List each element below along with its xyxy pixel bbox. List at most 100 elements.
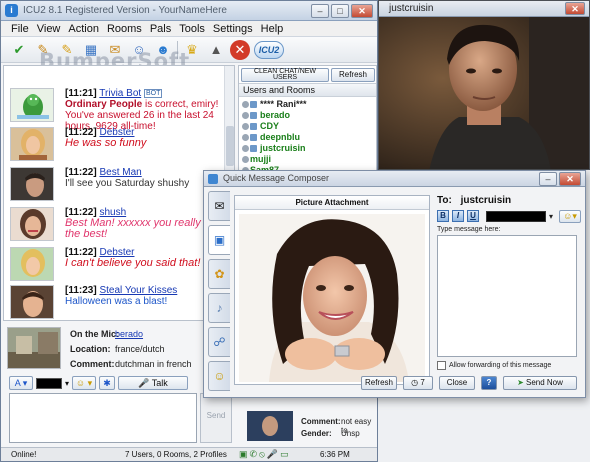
talk-button[interactable]: 🎤 Talk [118, 376, 189, 390]
avatar [10, 88, 54, 122]
send-button[interactable]: Send [200, 393, 232, 443]
effects-icon[interactable]: ✱ [99, 376, 116, 390]
smiley-button[interactable]: ☺ ▾ [72, 376, 97, 390]
qmc-close-button[interactable]: ✕ [559, 172, 581, 186]
tab-card[interactable]: ✿ [208, 259, 230, 289]
avatar [10, 285, 54, 319]
menu-tools[interactable]: Tools [179, 23, 205, 35]
forward-option[interactable]: Allow forwarding of this message [437, 361, 551, 370]
font-button[interactable]: A ▾ [9, 376, 33, 390]
pencil-icon[interactable]: ✎ [33, 40, 53, 60]
hat-icon[interactable]: ▲ [206, 40, 226, 60]
chat-input[interactable] [9, 393, 197, 443]
qmc-refresh-button[interactable]: Refresh [361, 376, 397, 390]
qmc-timer-button[interactable]: ◷ 7 [403, 376, 433, 390]
chat-pane[interactable]: [11:21] Trivia Bot BOT Ordinary People i… [3, 65, 235, 321]
location-label: Location: [70, 344, 111, 354]
tab-picture[interactable]: ▣ [208, 225, 230, 255]
peek-profile: Comment: not easy to Gender: Unsp [237, 411, 377, 449]
message-text: I can't believe you said that! [65, 257, 201, 269]
menu-help[interactable]: Help [261, 23, 284, 35]
peek-gender-label: Gender: [301, 429, 332, 438]
webcam-titlebar[interactable]: justcruisin ✕ [379, 1, 589, 17]
menu-settings[interactable]: Settings [213, 23, 253, 35]
block-icon[interactable]: ✕ [230, 39, 250, 60]
answer-text: is correct, emiry! [142, 99, 219, 110]
qmc-titlebar[interactable]: Quick Message Composer – ✕ [204, 171, 585, 187]
underline-button[interactable]: U [467, 210, 479, 222]
menu-view[interactable]: View [37, 23, 61, 35]
qmc-title: Quick Message Composer [223, 173, 330, 183]
user-item[interactable]: justcruisin [242, 143, 306, 154]
brand-badge[interactable]: ICU2 [254, 40, 284, 59]
italic-button[interactable]: I [452, 210, 464, 222]
to-recipient: justcruisin [460, 195, 512, 206]
forward-checkbox[interactable] [437, 361, 446, 370]
answer-bold: Ordinary People [65, 99, 143, 110]
font-button-label: A [14, 378, 21, 388]
webcam-title: justcruisin [389, 3, 434, 14]
chat-message: [11:22] Debster He was so funny [10, 127, 230, 163]
bot-badge: BOT [143, 88, 163, 98]
close-button[interactable]: ✕ [351, 4, 373, 18]
send-now-button[interactable]: ➤ Send Now [503, 376, 577, 390]
qmc-smiley-button[interactable]: ☺▾ [559, 209, 582, 223]
message-textarea[interactable] [437, 235, 577, 357]
webcam-window: justcruisin ✕ [378, 0, 590, 170]
scroll-thumb[interactable] [226, 126, 234, 166]
qmc-color-select[interactable] [486, 210, 546, 222]
user-item[interactable]: mujji [242, 154, 271, 165]
add-user-icon[interactable]: ☻ [153, 40, 173, 60]
peek-gender-value: Unsp [341, 429, 360, 438]
message-nick[interactable]: Steal Your Kisses [99, 285, 177, 296]
user-status-icon [242, 156, 249, 164]
note-icon[interactable]: ✉ [105, 40, 125, 60]
clean-chat-button[interactable]: CLEAN CHAT/NEW USERS [241, 68, 329, 82]
maximize-button[interactable]: □ [331, 4, 349, 18]
tab-emote[interactable]: ☺ [208, 361, 230, 391]
message-nick[interactable]: Trivia Bot [99, 88, 141, 99]
connect-icon[interactable]: ✔ [9, 40, 29, 60]
menu-pals[interactable]: Pals [150, 23, 171, 35]
tab-sound[interactable]: ♪ [208, 293, 230, 323]
text-color-swatch[interactable] [36, 377, 62, 389]
qmc-side-tabs: ✉ ▣ ✿ ♪ ☍ ☺ [208, 191, 230, 395]
user-name: CDY [260, 121, 280, 131]
menu-rooms[interactable]: Rooms [107, 23, 142, 35]
qmc-minimize-button[interactable]: – [539, 172, 557, 186]
bold-button[interactable]: B [437, 210, 449, 222]
minimize-button[interactable]: – [311, 4, 329, 18]
status-counts: 7 Users, 0 Rooms, 2 Profiles [125, 450, 227, 459]
user-item[interactable]: CDY [242, 121, 279, 132]
attachment-photo[interactable] [239, 214, 425, 382]
message-nick[interactable]: Best Man [99, 167, 141, 178]
help-button[interactable]: ? [481, 376, 497, 390]
webcam-close-button[interactable]: ✕ [565, 2, 585, 15]
tab-message[interactable]: ✉ [208, 191, 230, 221]
refresh-users-button[interactable]: Refresh [331, 68, 375, 82]
user-name: mujji [250, 154, 272, 164]
forward-label: Allow forwarding of this message [449, 362, 552, 369]
peek-comment-label: Comment: [301, 417, 341, 426]
status-icons: ▣✆⦸🎤▭ [239, 449, 291, 459]
color-dropdown-arrow[interactable]: ▾ [65, 379, 69, 388]
rooms-icon[interactable]: ▦ [81, 40, 101, 60]
message-time: [11:22] [65, 167, 97, 178]
tab-link[interactable]: ☍ [208, 327, 230, 357]
users-icon[interactable]: ☺ [129, 40, 149, 60]
user-item[interactable]: deepnblu [242, 132, 300, 143]
on-mic-user[interactable]: berado [115, 329, 143, 339]
users-rooms-header[interactable]: Users and Rooms [239, 83, 376, 97]
pencil-alt-icon[interactable]: ✎ [57, 40, 77, 60]
qmc-close-dialog-button[interactable]: Close [439, 376, 475, 390]
user-item[interactable]: berado [242, 110, 290, 121]
user-status-icon [242, 134, 249, 142]
menu-file[interactable]: File [11, 23, 29, 35]
menu-action[interactable]: Action [68, 23, 99, 35]
main-titlebar[interactable]: i ICU2 8.1 Registered Version - YourName… [1, 1, 377, 21]
qmc-color-dropdown-icon[interactable]: ▾ [549, 212, 553, 221]
avatar [10, 167, 54, 201]
chat-message: [11:21] Trivia Bot BOT Ordinary People i… [10, 88, 230, 132]
crown-icon[interactable]: ♛ [182, 40, 202, 60]
user-item[interactable]: **** Rani*** [242, 99, 307, 110]
